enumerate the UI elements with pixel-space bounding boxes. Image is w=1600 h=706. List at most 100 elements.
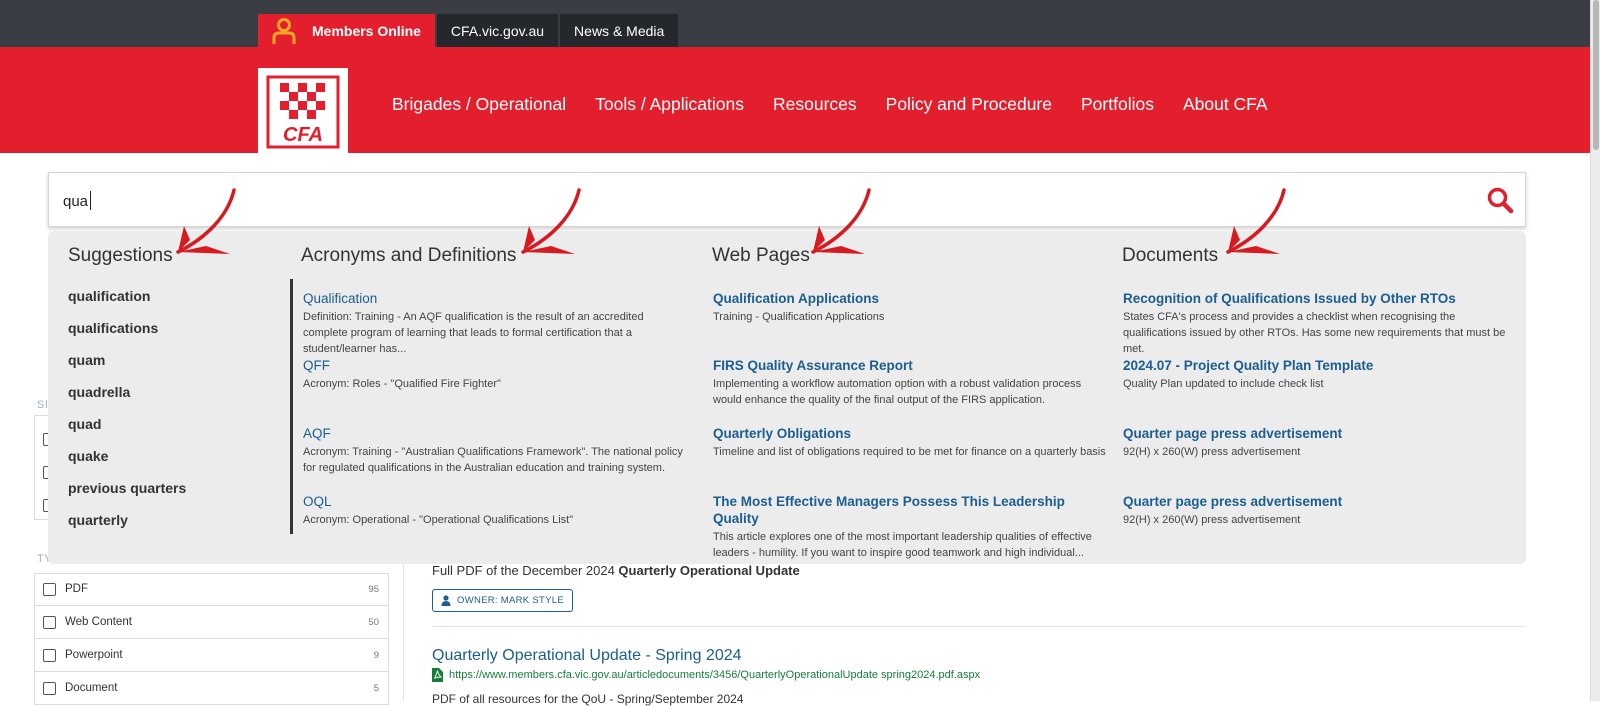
annotation-arrow-icon — [521, 188, 581, 254]
document-title[interactable]: Recognition of Qualifications Issued by … — [1123, 290, 1508, 307]
document-description: 92(H) x 260(W) press advertisement — [1123, 514, 1301, 526]
web-page-result[interactable]: Quarterly Obligations Timeline and list … — [713, 425, 1109, 460]
acronym-description: Definition: Training - An AQF qualificat… — [303, 311, 644, 355]
document-title[interactable]: 2024.07 - Project Quality Plan Template — [1123, 357, 1508, 374]
news-media-link[interactable]: News & Media — [560, 14, 679, 47]
web-page-result[interactable]: Qualification Applications Training - Qu… — [713, 290, 1109, 325]
web-page-title[interactable]: Qualification Applications — [713, 290, 1109, 307]
filter-count: 9 — [373, 649, 379, 661]
text-caret — [90, 191, 91, 210]
nav-tools[interactable]: Tools / Applications — [595, 94, 744, 115]
suggestion-item[interactable]: quam — [68, 352, 105, 368]
suggestion-item[interactable]: quarterly — [68, 512, 128, 528]
acronym-title[interactable]: Qualification — [303, 290, 685, 307]
nav-brigades[interactable]: Brigades / Operational — [392, 94, 566, 115]
result-url-text: https://www.members.cfa.vic.gov.au/artic… — [449, 669, 981, 681]
suggestions-heading: Suggestions — [68, 245, 173, 266]
filter-label: Powerpoint — [65, 649, 123, 661]
search-bar — [48, 172, 1526, 227]
document-description: Quality Plan updated to include check li… — [1123, 378, 1324, 390]
filter-count: 95 — [368, 583, 379, 595]
type-filter-document[interactable]: Document 5 — [34, 672, 389, 705]
document-description: 92(H) x 260(W) press advertisement — [1123, 446, 1301, 458]
filter-checkbox[interactable] — [43, 615, 56, 629]
pdf-icon — [432, 668, 443, 682]
result-description-bold: Quarterly Operational Update — [618, 563, 800, 578]
suggestions-divider — [290, 279, 293, 534]
type-filter-powerpoint[interactable]: Powerpoint 9 — [34, 639, 389, 672]
nav-portfolios[interactable]: Portfolios — [1081, 94, 1154, 115]
web-page-title[interactable]: The Most Effective Managers Possess This… — [713, 493, 1109, 527]
annotation-arrow-icon — [811, 188, 871, 254]
acronym-result[interactable]: QFF Acronym: Roles - "Qualified Fire Fig… — [303, 357, 685, 392]
main-header: CFA Brigades / Operational Tools / Appli… — [0, 47, 1590, 153]
result-description: Full PDF of the December 2024 Quarterly … — [432, 563, 800, 578]
annotation-arrow-icon — [1226, 188, 1286, 254]
suggestion-item[interactable]: qualifications — [68, 320, 158, 336]
acronym-title[interactable]: QFF — [303, 357, 685, 374]
type-filter-pdf[interactable]: PDF 95 — [34, 573, 389, 606]
web-page-result[interactable]: The Most Effective Managers Possess This… — [713, 493, 1109, 561]
owner-badge[interactable]: OWNER: MARK STYLE — [432, 589, 573, 612]
document-result[interactable]: Quarter page press advertisement 92(H) x… — [1123, 493, 1508, 528]
acronym-result[interactable]: OQL Acronym: Operational - "Operational … — [303, 493, 685, 528]
filter-label: Web Content — [65, 616, 132, 628]
cfa-vic-link[interactable]: CFA.vic.gov.au — [436, 14, 559, 47]
result-separator — [432, 626, 1526, 627]
result-url[interactable]: https://www.members.cfa.vic.gov.au/artic… — [432, 668, 980, 682]
web-page-description: Timeline and list of obligations require… — [713, 446, 1106, 458]
acronym-title[interactable]: OQL — [303, 493, 685, 510]
web-page-title[interactable]: Quarterly Obligations — [713, 425, 1109, 442]
filter-label: PDF — [65, 583, 88, 595]
web-page-description: Implementing a workflow automation optio… — [713, 378, 1082, 406]
search-icon[interactable] — [1485, 185, 1515, 215]
filter-checkbox[interactable] — [43, 681, 56, 695]
nav-policy[interactable]: Policy and Procedure — [886, 94, 1052, 115]
suggestion-item[interactable]: quad — [68, 416, 101, 432]
document-title[interactable]: Quarter page press advertisement — [1123, 493, 1508, 510]
filter-count: 50 — [368, 616, 379, 628]
acronym-result[interactable]: AQF Acronym: Training - "Australian Qual… — [303, 425, 685, 476]
web-page-description: This article explores one of the most im… — [713, 531, 1092, 559]
web-page-description: Training - Qualification Applications — [713, 311, 885, 323]
person-icon — [441, 595, 451, 606]
filter-checkbox[interactable] — [43, 582, 56, 596]
members-online-label: Members Online — [312, 22, 421, 39]
acronyms-heading: Acronyms and Definitions — [301, 245, 517, 266]
suggestion-item[interactable]: qualification — [68, 288, 150, 304]
web-pages-heading: Web Pages — [712, 245, 810, 266]
document-result[interactable]: Recognition of Qualifications Issued by … — [1123, 290, 1508, 357]
filter-checkbox[interactable] — [43, 648, 56, 662]
scrollbar-thumb[interactable] — [1593, 0, 1599, 150]
result-description-2: PDF of all resources for the QoU - Sprin… — [432, 692, 744, 706]
acronym-title[interactable]: AQF — [303, 425, 685, 442]
top-utility-bar — [0, 0, 1600, 47]
suggestion-item[interactable]: previous quarters — [68, 480, 186, 496]
document-description: States CFA's process and provides a chec… — [1123, 311, 1506, 355]
page-scrollbar[interactable] — [1590, 0, 1600, 701]
document-title[interactable]: Quarter page press advertisement — [1123, 425, 1508, 442]
documents-heading: Documents — [1122, 245, 1219, 266]
user-icon — [270, 17, 298, 45]
filter-count: 5 — [373, 682, 379, 694]
filter-label: Document — [65, 682, 118, 694]
type-filter-web-content[interactable]: Web Content 50 — [34, 606, 389, 639]
sidebar-section-label: SI — [37, 399, 49, 411]
acronym-description: Acronym: Operational - "Operational Qual… — [303, 514, 574, 526]
nav-resources[interactable]: Resources — [773, 94, 857, 115]
results-divider — [403, 555, 404, 701]
top-links: Members Online CFA.vic.gov.au News & Med… — [258, 14, 680, 47]
svg-text:CFA: CFA — [283, 124, 323, 146]
document-result[interactable]: Quarter page press advertisement 92(H) x… — [1123, 425, 1508, 460]
suggestion-item[interactable]: quadrella — [68, 384, 130, 400]
nav-about[interactable]: About CFA — [1183, 94, 1268, 115]
members-online-link[interactable]: Members Online — [258, 14, 435, 47]
acronym-description: Acronym: Roles - "Qualified Fire Fighter… — [303, 378, 501, 390]
cfa-logo[interactable]: CFA — [258, 68, 348, 153]
acronym-result[interactable]: Qualification Definition: Training - An … — [303, 290, 685, 357]
result-title[interactable]: Quarterly Operational Update - Spring 20… — [432, 647, 742, 665]
web-page-result[interactable]: FIRS Quality Assurance Report Implementi… — [713, 357, 1109, 408]
document-result[interactable]: 2024.07 - Project Quality Plan Template … — [1123, 357, 1508, 392]
suggestion-item[interactable]: quake — [68, 448, 108, 464]
web-page-title[interactable]: FIRS Quality Assurance Report — [713, 357, 1109, 374]
